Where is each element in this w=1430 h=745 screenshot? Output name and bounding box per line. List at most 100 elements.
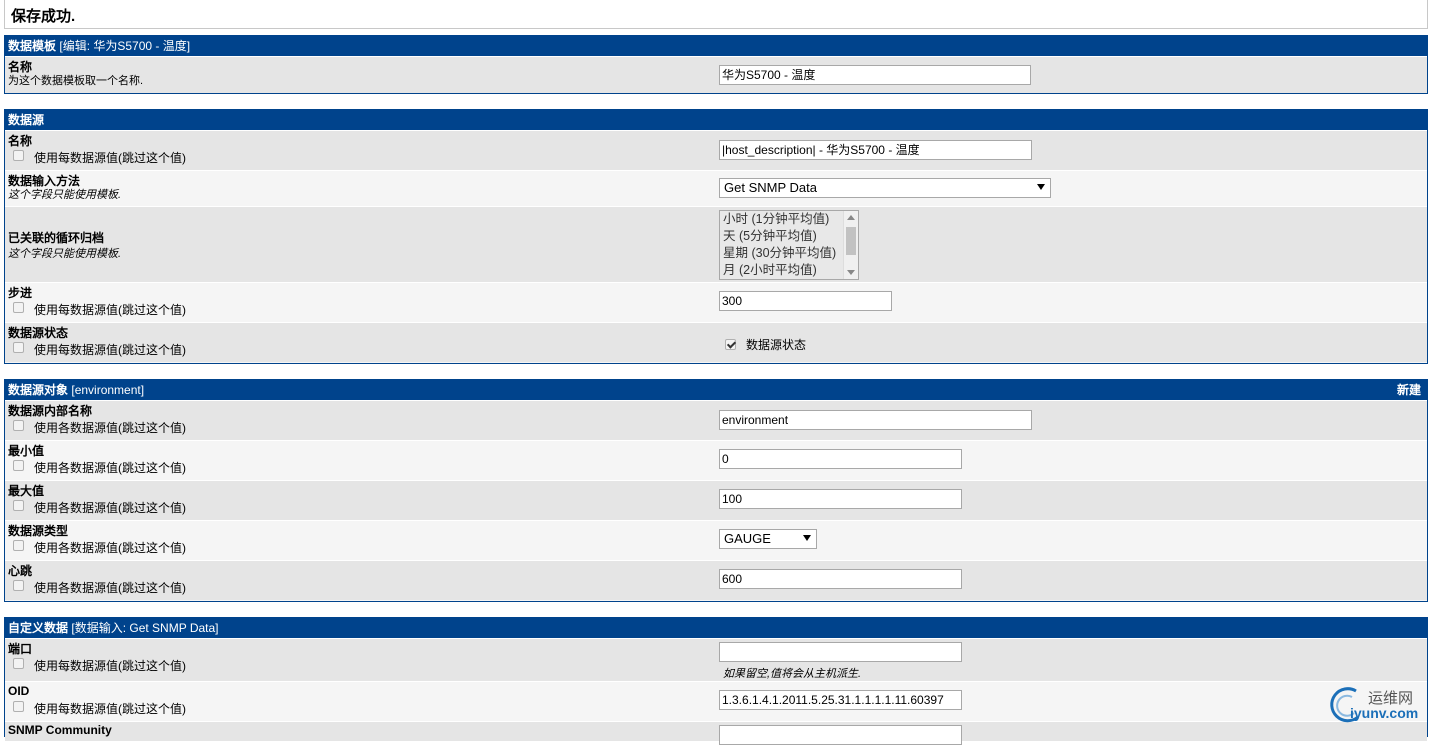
watermark-domain: iyunv.com bbox=[1350, 705, 1419, 721]
section-detail: [environment] bbox=[71, 383, 145, 397]
watermark-logo: 运维网 iyunv.com bbox=[1326, 683, 1426, 727]
status-message-box: 保存成功. bbox=[4, 0, 1428, 29]
internal-name-row: 数据源内部名称 使用各数据源值(跳过这个值) environment bbox=[5, 400, 1427, 440]
chevron-down-icon bbox=[803, 535, 811, 541]
checkbox-label: 使用各数据源值(跳过这个值) bbox=[34, 461, 186, 475]
port-row: 端口 使用每数据源值(跳过这个值) 如果留空,值将会从主机派生. bbox=[5, 638, 1427, 681]
internal-name-input[interactable]: environment bbox=[719, 410, 1032, 430]
per-ds-checkbox[interactable] bbox=[13, 580, 24, 591]
per-ds-checkbox-row: 使用各数据源值(跳过这个值) bbox=[8, 579, 186, 596]
per-ds-checkbox-row: 使用各数据源值(跳过这个值) bbox=[8, 499, 186, 516]
checkbox-label: 使用每数据源值(跳过这个值) bbox=[34, 303, 186, 317]
per-ds-checkbox[interactable] bbox=[13, 302, 24, 313]
data-template-header: 数据模板 [编辑: 华为S5700 - 温度] bbox=[5, 36, 1427, 56]
per-ds-checkbox[interactable] bbox=[13, 420, 24, 431]
heartbeat-input[interactable]: 600 bbox=[719, 569, 962, 589]
field-description: 为这个数据模板取一个名称. bbox=[8, 75, 144, 87]
field-label: OID bbox=[8, 684, 30, 698]
port-input[interactable] bbox=[719, 642, 962, 662]
scroll-up-icon[interactable] bbox=[847, 215, 855, 220]
checkbox-label: 使用各数据源值(跳过这个值) bbox=[34, 421, 186, 435]
field-label: 端口 bbox=[8, 642, 33, 656]
rra-option[interactable]: 小时 (1分钟平均值) bbox=[720, 211, 858, 228]
section-detail: [编辑: 华为S5700 - 温度] bbox=[59, 39, 191, 53]
scroll-down-icon[interactable] bbox=[847, 270, 855, 275]
field-label: 心跳 bbox=[8, 564, 33, 578]
ds-status-field: 数据源状态 bbox=[719, 336, 806, 353]
per-ds-checkbox[interactable] bbox=[13, 460, 24, 471]
per-ds-checkbox-row: 使用各数据源值(跳过这个值) bbox=[8, 539, 186, 556]
checkbox-label: 使用各数据源值(跳过这个值) bbox=[34, 581, 186, 595]
per-ds-checkbox[interactable] bbox=[13, 150, 24, 161]
template-name-input[interactable]: 华为S5700 - 温度 bbox=[719, 65, 1031, 85]
ds-status-row: 数据源状态 使用每数据源值(跳过这个值) 数据源状态 bbox=[5, 322, 1427, 362]
max-value-input[interactable]: 100 bbox=[719, 489, 962, 509]
oid-row: OID 使用每数据源值(跳过这个值) 1.3.6.1.4.1.2011.5.25… bbox=[5, 681, 1427, 721]
rra-row: 已关联的循环归档 这个字段只能使用模板. 小时 (1分钟平均值) 天 (5分钟平… bbox=[5, 206, 1427, 282]
rra-listbox[interactable]: 小时 (1分钟平均值) 天 (5分钟平均值) 星期 (30分钟平均值) 月 (2… bbox=[719, 210, 859, 280]
max-value-row: 最大值 使用各数据源值(跳过这个值) 100 bbox=[5, 480, 1427, 520]
step-row: 步进 使用每数据源值(跳过这个值) 300 bbox=[5, 282, 1427, 322]
per-ds-checkbox-row: 使用每数据源值(跳过这个值) bbox=[8, 341, 186, 358]
per-ds-checkbox-row: 使用每数据源值(跳过这个值) bbox=[8, 657, 186, 674]
field-description: 这个字段只能使用模板. bbox=[8, 189, 122, 201]
selected-value: GAUGE bbox=[724, 531, 771, 546]
community-input[interactable] bbox=[719, 725, 962, 745]
port-hint: 如果留空,值将会从主机派生. bbox=[723, 668, 862, 680]
save-success-message: 保存成功. bbox=[11, 8, 76, 25]
field-label: SNMP Community bbox=[8, 723, 112, 737]
ds-status-checkbox[interactable] bbox=[725, 339, 736, 350]
checkbox-label: 数据源状态 bbox=[746, 338, 807, 352]
ds-name-input[interactable]: |host_description| - 华为S5700 - 温度 bbox=[719, 140, 1032, 160]
new-item-link[interactable]: 新建 bbox=[1397, 380, 1421, 400]
listbox-scrollbar[interactable] bbox=[843, 211, 858, 279]
data-template-section: 数据模板 [编辑: 华为S5700 - 温度] 名称 为这个数据模板取一个名称.… bbox=[4, 35, 1428, 94]
per-ds-checkbox-row: 使用每数据源值(跳过这个值) bbox=[8, 700, 186, 717]
ds-type-select[interactable]: GAUGE bbox=[719, 529, 817, 549]
per-ds-checkbox[interactable] bbox=[13, 701, 24, 712]
chevron-down-icon bbox=[1037, 184, 1045, 190]
per-ds-checkbox-row: 使用各数据源值(跳过这个值) bbox=[8, 419, 186, 436]
template-name-row: 名称 为这个数据模板取一个名称. 华为S5700 - 温度 bbox=[5, 56, 1427, 93]
field-label: 步进 bbox=[8, 286, 33, 300]
step-input[interactable]: 300 bbox=[719, 291, 892, 311]
field-label: 名称 bbox=[8, 134, 33, 148]
ds-item-section: 数据源对象 [environment] 新建 数据源内部名称 使用各数据源值(跳… bbox=[4, 379, 1428, 602]
input-method-select[interactable]: Get SNMP Data bbox=[719, 178, 1051, 198]
community-row: SNMP Community bbox=[5, 721, 1427, 745]
ds-name-row: 名称 使用每数据源值(跳过这个值) |host_description| - 华… bbox=[5, 130, 1427, 170]
data-source-header: 数据源 bbox=[5, 110, 1427, 130]
per-ds-checkbox-row: 使用每数据源值(跳过这个值) bbox=[8, 149, 186, 166]
field-label: 数据源状态 bbox=[8, 326, 69, 340]
rra-option[interactable]: 天 (5分钟平均值) bbox=[720, 228, 858, 245]
min-value-row: 最小值 使用各数据源值(跳过这个值) 0 bbox=[5, 440, 1427, 480]
ds-item-header: 数据源对象 [environment] 新建 bbox=[5, 380, 1427, 400]
data-source-section: 数据源 名称 使用每数据源值(跳过这个值) |host_description|… bbox=[4, 109, 1428, 364]
field-label: 最大值 bbox=[8, 484, 45, 498]
section-title: 自定义数据 bbox=[8, 621, 69, 635]
min-value-input[interactable]: 0 bbox=[719, 449, 962, 469]
checkbox-label: 使用每数据源值(跳过这个值) bbox=[34, 343, 186, 357]
per-ds-checkbox[interactable] bbox=[13, 540, 24, 551]
field-label: 已关联的循环归档 bbox=[8, 231, 105, 245]
heartbeat-row: 心跳 使用各数据源值(跳过这个值) 600 bbox=[5, 560, 1427, 600]
field-description: 这个字段只能使用模板. bbox=[8, 248, 122, 260]
checkbox-label: 使用各数据源值(跳过这个值) bbox=[34, 541, 186, 555]
checkbox-label: 使用每数据源值(跳过这个值) bbox=[34, 659, 186, 673]
rra-option[interactable]: 星期 (30分钟平均值) bbox=[720, 245, 858, 262]
oid-input[interactable]: 1.3.6.1.4.1.2011.5.25.31.1.1.1.1.11.6039… bbox=[719, 690, 962, 710]
ds-type-row: 数据源类型 使用各数据源值(跳过这个值) GAUGE bbox=[5, 520, 1427, 560]
selected-value: Get SNMP Data bbox=[724, 180, 817, 195]
per-ds-checkbox[interactable] bbox=[13, 500, 24, 511]
scroll-thumb[interactable] bbox=[846, 227, 856, 255]
checkbox-label: 使用每数据源值(跳过这个值) bbox=[34, 151, 186, 165]
input-method-row: 数据输入方法 这个字段只能使用模板. Get SNMP Data bbox=[5, 170, 1427, 206]
per-ds-checkbox[interactable] bbox=[13, 658, 24, 669]
checkbox-label: 使用每数据源值(跳过这个值) bbox=[34, 702, 186, 716]
field-label: 最小值 bbox=[8, 444, 45, 458]
per-ds-checkbox-row: 使用各数据源值(跳过这个值) bbox=[8, 459, 186, 476]
field-label: 数据源类型 bbox=[8, 524, 69, 538]
per-ds-checkbox[interactable] bbox=[13, 342, 24, 353]
rra-option[interactable]: 月 (2小时平均值) bbox=[720, 262, 858, 279]
field-label: 数据源内部名称 bbox=[8, 404, 93, 418]
